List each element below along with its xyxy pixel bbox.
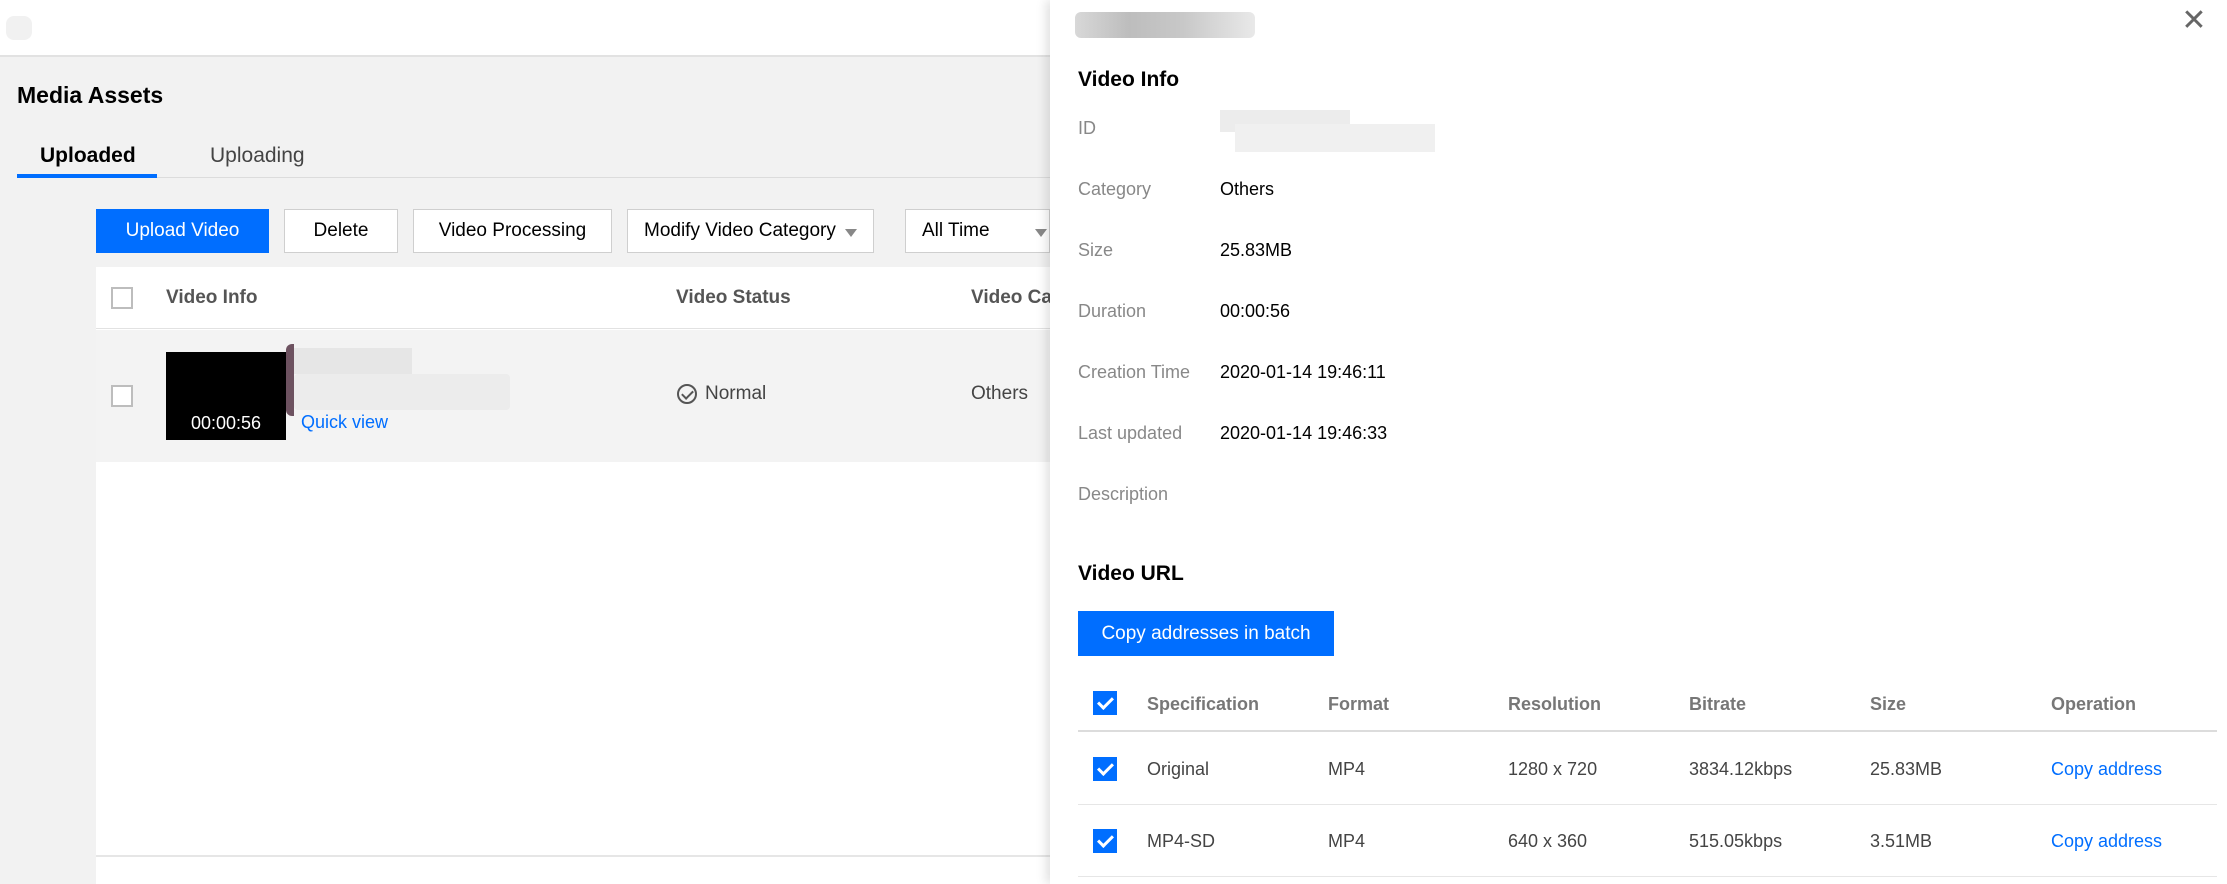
table-footer-divider xyxy=(96,855,1050,857)
cell-size: 25.83MB xyxy=(1870,759,1943,779)
column-header-video-category: Video Ca xyxy=(971,287,1052,308)
url-table: Specification Format Resolution Bitrate … xyxy=(1078,674,2217,884)
cell-format: MP4 xyxy=(1328,759,1366,779)
video-detail-drawer: ✕ Video Info ID Category Others Size 25.… xyxy=(1050,0,2227,884)
column-header-specification: Specification xyxy=(1147,694,1260,714)
top-bar xyxy=(0,0,1050,57)
column-header-resolution: Resolution xyxy=(1508,694,1601,714)
tab-uploaded[interactable]: Uploaded xyxy=(40,144,136,168)
chevron-down-icon xyxy=(845,229,857,237)
redacted-video-name xyxy=(294,348,412,374)
table-header: Video Info Video Status Video Ca xyxy=(96,267,1052,329)
chevron-down-icon xyxy=(1035,229,1047,237)
field-label-last-updated: Last updated xyxy=(1078,423,1183,443)
field-label-size: Size xyxy=(1078,240,1114,260)
tab-bar: Uploaded Uploading xyxy=(17,138,1050,178)
table-row: Original MP4 1280 x 720 3834.12kbps 25.8… xyxy=(1078,733,2217,805)
field-label-creation-time: Creation Time xyxy=(1078,362,1191,382)
time-filter-label: All Time xyxy=(922,220,990,241)
column-header-bitrate: Bitrate xyxy=(1689,694,1747,714)
column-header-operation: Operation xyxy=(2051,694,2137,714)
quick-view-link[interactable]: Quick view xyxy=(301,412,388,433)
video-url-title: Video URL xyxy=(1078,562,1184,585)
column-header-video-info: Video Info xyxy=(166,287,258,308)
tab-uploading[interactable]: Uploading xyxy=(210,144,305,168)
field-value-last-updated: 2020-01-14 19:46:33 xyxy=(1220,423,1388,443)
redacted-id-value-2 xyxy=(1235,124,1435,152)
cell-resolution: 640 x 360 xyxy=(1508,831,1588,851)
redacted-drawer-title xyxy=(1075,12,1255,38)
page-title: Media Assets xyxy=(17,82,164,108)
copy-address-link[interactable]: Copy address xyxy=(2051,759,2162,780)
time-filter-dropdown[interactable]: All Time xyxy=(905,209,1050,253)
video-thumbnail[interactable]: 00:00:56 xyxy=(166,352,286,440)
redacted-video-id xyxy=(294,374,510,410)
cell-format: MP4 xyxy=(1328,831,1366,851)
row-category: Others xyxy=(971,383,1029,404)
select-all-urls-checkbox[interactable] xyxy=(1093,691,1117,715)
field-value-size: 25.83MB xyxy=(1220,240,1293,260)
thumbnail-edge xyxy=(286,344,294,416)
check-circle-icon xyxy=(677,384,697,404)
cell-resolution: 1280 x 720 xyxy=(1508,759,1598,779)
copy-address-link[interactable]: Copy address xyxy=(2051,831,2162,852)
modify-category-label: Modify Video Category xyxy=(644,220,836,241)
field-label-category: Category xyxy=(1078,179,1152,199)
cell-specification: MP4-SD xyxy=(1147,831,1216,851)
modify-category-dropdown[interactable]: Modify Video Category xyxy=(627,209,874,253)
copy-batch-button[interactable]: Copy addresses in batch xyxy=(1078,611,1334,656)
logo-placeholder xyxy=(6,16,32,40)
field-value-category: Others xyxy=(1220,179,1275,199)
field-label-id: ID xyxy=(1078,118,1096,138)
table-row: 00:00:56 Quick view Normal Others xyxy=(96,330,1050,462)
cell-bitrate: 3834.12kbps xyxy=(1689,759,1793,779)
row-checkbox[interactable] xyxy=(1093,829,1117,853)
video-status: Normal xyxy=(677,383,766,405)
video-info-title: Video Info xyxy=(1078,68,1180,91)
upload-video-button[interactable]: Upload Video xyxy=(96,209,269,253)
column-header-format: Format xyxy=(1328,694,1390,714)
row-checkbox[interactable] xyxy=(111,385,133,407)
delete-button[interactable]: Delete xyxy=(284,209,398,253)
column-header-video-status: Video Status xyxy=(676,287,791,308)
active-tab-indicator xyxy=(17,174,157,178)
status-label: Normal xyxy=(705,383,767,404)
cell-specification: Original xyxy=(1147,759,1210,779)
column-header-size: Size xyxy=(1870,694,1907,714)
video-processing-button[interactable]: Video Processing xyxy=(413,209,612,253)
cell-bitrate: 515.05kbps xyxy=(1689,831,1783,851)
field-value-creation-time: 2020-01-14 19:46:11 xyxy=(1220,362,1386,382)
thumbnail-duration: 00:00:56 xyxy=(190,413,262,433)
field-label-description: Description xyxy=(1078,484,1169,504)
close-icon[interactable]: ✕ xyxy=(2179,6,2209,36)
cell-size: 3.51MB xyxy=(1870,831,1933,851)
url-table-header: Specification Format Resolution Bitrate … xyxy=(1078,674,2217,732)
select-all-checkbox[interactable] xyxy=(111,287,133,309)
row-checkbox[interactable] xyxy=(1093,757,1117,781)
field-value-duration: 00:00:56 xyxy=(1220,301,1291,321)
field-label-duration: Duration xyxy=(1078,301,1147,321)
video-table: Video Info Video Status Video Ca 00:00:5… xyxy=(96,267,1052,884)
table-row: MP4-SD MP4 640 x 360 515.05kbps 3.51MB C… xyxy=(1078,805,2217,877)
